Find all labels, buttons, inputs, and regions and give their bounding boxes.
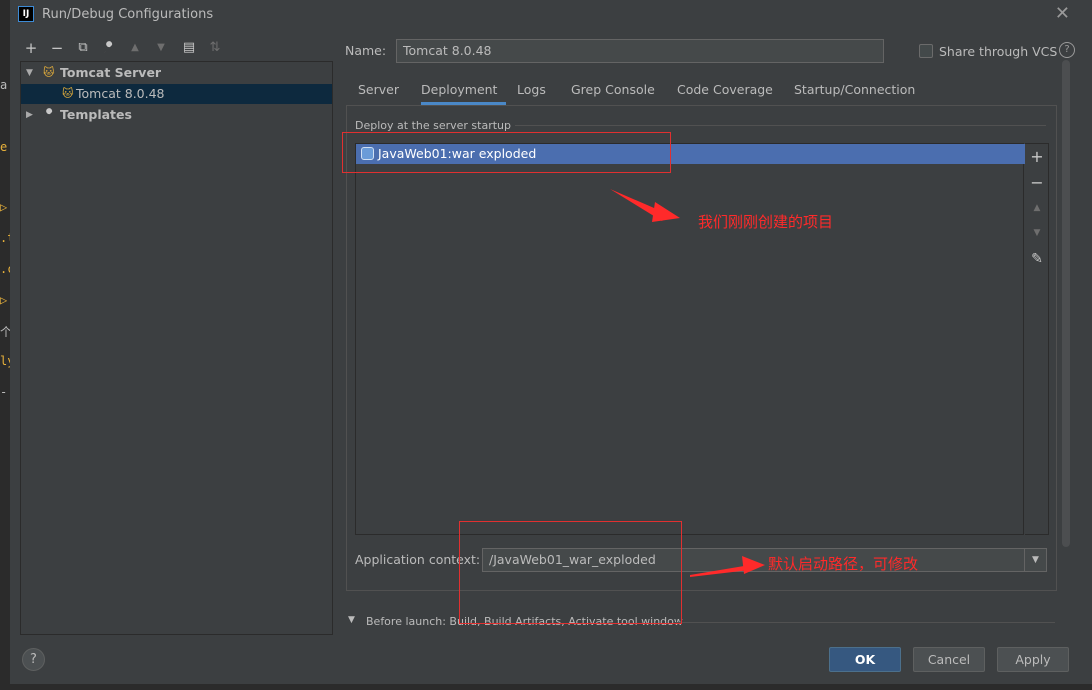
strip-glyph: ly <box>0 354 10 368</box>
deploy-side-toolbar: + − ▲ ▼ ✎ <box>1025 143 1049 535</box>
name-field[interactable]: Tomcat 8.0.48 <box>396 39 884 63</box>
folder-icon[interactable]: ▤ <box>180 38 198 58</box>
deploy-caption: Deploy at the server startup <box>355 119 512 132</box>
remove-icon[interactable]: − <box>48 38 66 58</box>
tree-node-label: Tomcat 8.0.48 <box>76 86 165 101</box>
strip-glyph: .t <box>0 231 10 245</box>
edit-icon[interactable]: ✎ <box>1025 251 1049 267</box>
deploy-list[interactable]: JavaWeb01:war exploded <box>355 143 1025 535</box>
wrench-icon[interactable] <box>100 38 118 58</box>
chevron-down-icon[interactable]: ▼ <box>1024 549 1046 571</box>
add-icon[interactable]: + <box>22 38 40 58</box>
tree-node-tomcat-config[interactable]: 🐱 Tomcat 8.0.48 <box>21 84 332 104</box>
share-vcs-label[interactable]: Share through VCS <box>939 44 1057 59</box>
tab-code-coverage[interactable]: Code Coverage <box>677 81 773 105</box>
help-circle-icon[interactable]: ? <box>1059 42 1075 58</box>
deployment-panel: Deploy at the server startup JavaWeb01:w… <box>346 106 1057 591</box>
sort-icon[interactable]: ⇅ <box>206 38 224 58</box>
help-button[interactable]: ? <box>22 648 45 671</box>
move-down-icon[interactable]: ▼ <box>152 38 170 58</box>
collapse-arrow-icon[interactable]: ▶ <box>26 105 33 125</box>
copy-icon[interactable]: ⧉ <box>74 38 92 58</box>
caption-divider <box>515 125 1046 126</box>
config-tabs: Server Deployment Logs Grep Console Code… <box>346 78 1057 106</box>
before-launch-divider <box>675 622 1055 623</box>
strip-glyph: .c <box>0 262 10 276</box>
tab-server[interactable]: Server <box>358 81 399 105</box>
expand-arrow-icon[interactable]: ▼ <box>348 615 355 625</box>
cancel-button[interactable]: Cancel <box>913 647 985 672</box>
strip-glyph: e <box>0 140 8 154</box>
tomcat-icon: 🐱 <box>62 87 74 100</box>
share-vcs-checkbox[interactable] <box>919 44 933 58</box>
remove-icon[interactable]: − <box>1025 173 1049 192</box>
move-up-icon[interactable]: ▲ <box>126 38 144 58</box>
title-bar[interactable]: IJ Run/Debug Configurations ✕ <box>10 0 1092 30</box>
scrollbar[interactable] <box>1062 60 1070 547</box>
intellij-app-icon: IJ <box>18 6 34 22</box>
wrench-icon <box>42 105 56 129</box>
move-up-icon[interactable]: ▲ <box>1025 203 1049 213</box>
tree-node-label: Tomcat Server <box>60 65 162 80</box>
tab-deployment[interactable]: Deployment <box>421 81 506 105</box>
strip-glyph: ▷ <box>0 293 8 307</box>
apply-button[interactable]: Apply <box>997 647 1069 672</box>
config-tree: ▼ 🐱 Tomcat Server 🐱 Tomcat 8.0.48 ▶ Temp… <box>20 61 333 635</box>
close-icon[interactable]: ✕ <box>1055 3 1070 24</box>
annotation-box-project <box>342 132 671 173</box>
strip-glyph: a <box>0 78 8 92</box>
move-down-icon[interactable]: ▼ <box>1025 228 1049 238</box>
strip-glyph: ▷ <box>0 200 8 214</box>
tab-startup-connection[interactable]: Startup/Connection <box>794 81 915 105</box>
add-icon[interactable]: + <box>1025 147 1049 166</box>
tree-node-tomcat-server[interactable]: ▼ 🐱 Tomcat Server <box>21 63 332 83</box>
strip-glyph: - <box>0 385 8 399</box>
annotation-box-context <box>459 521 682 624</box>
annotation-path-note: 默认启动路径，可修改 <box>768 555 919 573</box>
tab-grep-console[interactable]: Grep Console <box>571 81 655 105</box>
tree-node-label: Templates <box>60 107 132 122</box>
window-title: Run/Debug Configurations <box>42 7 214 22</box>
tomcat-icon: 🐱 <box>43 66 55 79</box>
expand-arrow-icon[interactable]: ▼ <box>26 63 33 83</box>
strip-glyph: 个 <box>0 325 10 339</box>
name-label: Name: <box>345 43 387 58</box>
tab-logs[interactable]: Logs <box>517 81 546 105</box>
ok-button[interactable]: OK <box>829 647 901 672</box>
annotation-project-note: 我们刚刚创建的项目 <box>698 213 834 231</box>
background-editor-strip: a e ▷ .t .c ▷ 个 ly - <box>0 0 10 690</box>
tree-node-templates[interactable]: ▶ Templates <box>21 105 332 125</box>
